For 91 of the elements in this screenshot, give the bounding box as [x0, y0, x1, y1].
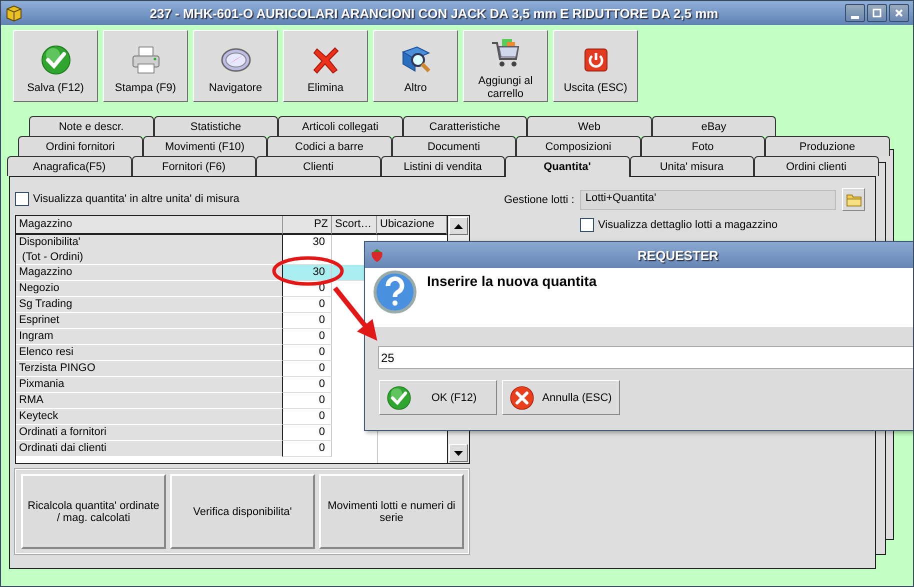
tab[interactable]: Quantita' — [505, 156, 630, 177]
toolbar-button[interactable]: Uscita (ESC) — [553, 30, 638, 102]
table-cell[interactable]: 0 — [283, 441, 332, 457]
close-icon — [893, 7, 905, 19]
column-header: Magazzino — [16, 216, 283, 235]
checkbox[interactable] — [15, 192, 29, 206]
toolbar-button[interactable]: Altro — [373, 30, 458, 102]
folder-button[interactable] — [842, 188, 866, 211]
row-label: Sg Trading — [16, 297, 283, 313]
minimize-button[interactable] — [845, 4, 865, 22]
row-label: Negozio — [16, 281, 283, 297]
table-cell[interactable]: 0 — [283, 345, 332, 361]
row-label: Elenco resi — [16, 345, 283, 361]
dialog-button[interactable]: Annulla (ESC) — [502, 380, 620, 415]
pointer-arrow — [333, 286, 378, 341]
tab[interactable]: Statistiche — [154, 116, 278, 136]
row-label: Pixmania — [16, 377, 283, 393]
tab[interactable]: Web — [527, 116, 652, 136]
selected-cell[interactable]: 30 — [283, 265, 332, 281]
toolbar-button[interactable]: Aggiungi al carrello — [463, 30, 548, 102]
toolbar-button[interactable]: Stampa (F9) — [103, 30, 188, 102]
row-label: Magazzino — [16, 265, 283, 281]
toolbar-button[interactable]: Elimina — [283, 30, 368, 102]
tab[interactable]: Foto — [640, 136, 765, 156]
table-cell[interactable]: 0 — [283, 361, 332, 377]
table-cell[interactable]: 0 — [283, 393, 332, 409]
tab[interactable]: Documenti — [392, 136, 516, 156]
tab[interactable]: Articoli collegati — [278, 116, 402, 136]
tab[interactable]: Codici a barre — [267, 136, 392, 156]
column-header: Ubicazione — [377, 216, 447, 235]
table-cell[interactable]: 0 — [283, 329, 332, 345]
table-cell[interactable]: 0 — [283, 409, 332, 425]
folder-icon — [846, 192, 862, 206]
tab[interactable]: eBay — [652, 116, 776, 136]
check-icon — [386, 384, 412, 410]
up-arrow-icon — [454, 224, 463, 228]
tab[interactable]: Fornitori (F6) — [132, 156, 256, 176]
checkbox-label: Visualizza dettaglio lotti a magazzino — [598, 219, 778, 231]
row-label: Ordinati a fornitori — [16, 425, 283, 441]
quantity-input[interactable]: 25 — [378, 346, 913, 369]
close-button[interactable] — [889, 4, 909, 22]
tab[interactable]: Unita' misura — [630, 156, 754, 176]
row-label: Ordinati dai clienti — [16, 441, 283, 457]
row-label: Disponibilita' (Tot - Ordini) — [16, 235, 283, 265]
lot-mode-field[interactable]: Lotti+Quantita' — [580, 190, 836, 210]
dialog-title: REQUESTER — [636, 248, 720, 262]
action-button[interactable]: Movimenti lotti e numeri di serie — [319, 474, 464, 549]
tab[interactable]: Listini di vendita — [380, 156, 505, 176]
tab[interactable]: Clienti — [256, 156, 380, 176]
tab[interactable]: Composizioni — [516, 136, 640, 156]
toolbar-button[interactable]: Navigatore — [193, 30, 278, 102]
minimize-icon — [851, 16, 859, 18]
scroll-up-button[interactable] — [449, 217, 468, 235]
maximize-button[interactable] — [867, 4, 887, 22]
row-label: Esprinet — [16, 313, 283, 329]
scroll-down-button[interactable] — [449, 444, 468, 462]
tab[interactable]: Movimenti (F10) — [142, 136, 267, 156]
printer-icon — [130, 44, 162, 76]
toolbar-button[interactable]: Salva (F12) — [13, 30, 98, 102]
row-label: Keyteck — [16, 409, 283, 425]
action-button[interactable]: Ricalcola quantita' ordinate / mag. calcolati — [21, 474, 166, 549]
maximize-icon — [871, 7, 883, 19]
dialog-message: Inserire la nuova quantita — [427, 272, 597, 289]
table-cell[interactable]: 0 — [283, 297, 332, 313]
checkbox[interactable] — [580, 218, 594, 232]
down-arrow-icon — [454, 450, 463, 456]
table-cell[interactable]: 0 — [283, 425, 332, 441]
table-cell[interactable]: 0 — [283, 313, 332, 329]
column-header: PZ — [283, 216, 332, 235]
checkbox-label: Visualizza quantita' in altre unita' di misura — [33, 193, 240, 205]
tab[interactable]: Note e descr. — [29, 116, 154, 136]
column-header: Scort… — [332, 216, 377, 235]
tab[interactable]: Caratteristiche — [402, 116, 527, 136]
cross-icon — [509, 384, 535, 410]
row-label: RMA — [16, 393, 283, 409]
check-icon — [40, 44, 72, 76]
tab[interactable]: Ordini fornitori — [18, 136, 142, 156]
tab[interactable]: Anagrafica(F5) — [7, 156, 132, 176]
action-button[interactable]: Verifica disponibilita' — [170, 474, 315, 549]
dialog-button[interactable]: OK (F12) — [379, 380, 497, 415]
field-label: Gestione lotti : — [504, 194, 574, 206]
app-cube-icon — [5, 4, 23, 22]
cart-icon — [490, 37, 522, 69]
tab[interactable]: Produzione — [765, 136, 890, 156]
table-cell[interactable]: 0 — [283, 377, 332, 393]
row-label: Terzista PINGO — [16, 361, 283, 377]
highlight-ellipse — [272, 256, 344, 286]
tab[interactable]: Ordini clienti — [754, 156, 878, 176]
strawberry-icon — [369, 247, 385, 263]
window-title: 237 - MHK-601-O AURICOLARI ARANCIONI CON JACK DA 3,5 mm E RIDUTTORE DA 2,5 mm — [148, 6, 720, 20]
row-label: Ingram — [16, 329, 283, 345]
